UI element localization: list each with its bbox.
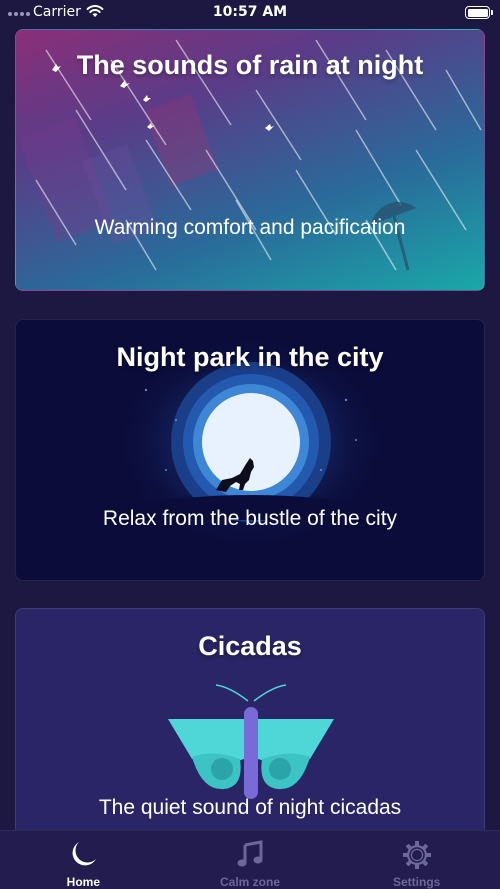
- butterfly-icon: [168, 684, 334, 799]
- card-subtitle: The quiet sound of night cicadas: [98, 796, 402, 819]
- tab-settings[interactable]: Settings: [333, 831, 500, 889]
- moon-icon: [202, 393, 300, 491]
- status-bar: Carrier 10:57 AM: [0, 0, 500, 26]
- music-note-icon: [237, 840, 263, 867]
- tab-label: Calm zone: [220, 875, 281, 889]
- home-screen: Carrier 10:57 AM The sounds of rain at n…: [0, 0, 500, 889]
- tab-label: Home: [66, 875, 100, 889]
- tab-label: Settings: [393, 875, 441, 889]
- card-title: The sounds of rain at night: [76, 50, 424, 80]
- card-subtitle: Warming comfort and pacification: [94, 216, 406, 239]
- card-cicadas[interactable]: Cicadas The quiet sound of night cicadas: [15, 608, 485, 848]
- gear-icon: [402, 841, 431, 869]
- clock: 10:57 AM: [212, 4, 288, 20]
- battery-icon: [465, 6, 493, 19]
- card-title: Night park in the city: [116, 342, 384, 372]
- tab-home[interactable]: Home: [0, 831, 167, 889]
- card-night-park[interactable]: Night park in the city Relax from the bu…: [15, 319, 485, 581]
- card-title: Cicadas: [198, 631, 302, 661]
- moon-icon: [72, 842, 97, 866]
- card-subtitle: Relax from the bustle of the city: [102, 507, 398, 530]
- card-rain-at-night[interactable]: The sounds of rain at night Warming comf…: [15, 29, 485, 291]
- tab-calm-zone[interactable]: Calm zone: [167, 831, 334, 889]
- tab-bar: Home Calm zone Settings: [0, 830, 500, 889]
